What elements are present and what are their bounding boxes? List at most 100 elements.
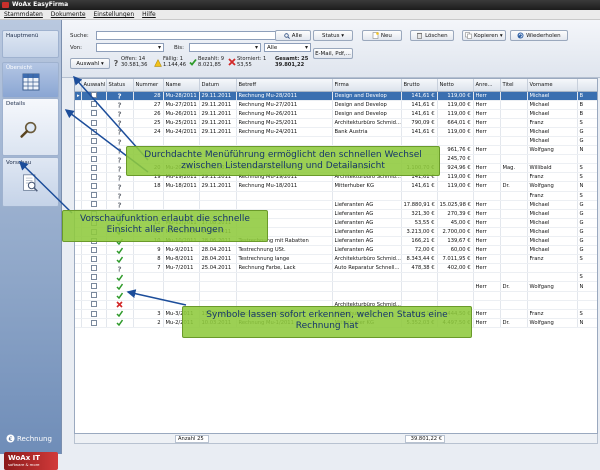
col-header-auswahl[interactable]: Auswahl <box>81 79 107 92</box>
col-header-extra[interactable] <box>577 79 597 92</box>
row-checkbox[interactable] <box>90 283 97 290</box>
row-checkbox[interactable] <box>90 165 97 172</box>
menu-dokumente[interactable]: Dokumente <box>51 11 86 18</box>
table-row[interactable]: ? Michael G <box>75 136 597 147</box>
selection-button[interactable]: Auswahl ▾ <box>70 58 110 69</box>
col-header-brutto[interactable]: Brutto <box>401 79 438 92</box>
from-dropdown-icon[interactable]: ▾ <box>158 44 161 51</box>
row-checkbox[interactable] <box>90 255 97 262</box>
row-checkbox[interactable] <box>90 128 97 135</box>
table-row[interactable]: ? 18 Mu-18/2011 29.11.2011 Rechnung Mu-18/20… <box>75 181 597 192</box>
svg-text:€: € <box>9 436 13 443</box>
row-checkbox[interactable] <box>90 274 97 281</box>
cell-netto: 2.700,00 € <box>437 227 474 238</box>
cell-netto: 245,70 € <box>437 154 474 165</box>
row-checkbox[interactable] <box>90 101 97 108</box>
row-checkbox[interactable] <box>90 110 97 117</box>
period-select[interactable]: Alle <box>264 43 311 52</box>
delete-button[interactable]: Löschen <box>410 30 454 41</box>
cell-brutto: 53,55 € <box>401 218 438 228</box>
col-header-vorname[interactable]: Vorname <box>527 79 578 92</box>
row-checkbox[interactable] <box>90 265 97 272</box>
cancelled-x-icon <box>228 58 236 66</box>
svg-text:?: ? <box>117 129 121 136</box>
row-checkbox[interactable] <box>90 192 97 199</box>
row-checkbox[interactable] <box>90 92 97 99</box>
new-button[interactable]: Neu <box>362 30 402 41</box>
row-select-cell <box>81 245 107 256</box>
cell-nummer <box>133 200 164 210</box>
menu-hilfe[interactable]: Hilfe <box>142 11 156 18</box>
col-header-netto[interactable]: Netto <box>437 79 474 92</box>
row-checkbox[interactable] <box>90 174 97 181</box>
nav-uebersicht[interactable]: Übersicht <box>2 62 59 98</box>
table-row[interactable]: ? Lieferanten AG 17.880,91 €15.025,98 € Her… <box>75 200 597 210</box>
row-checkbox[interactable] <box>90 292 97 299</box>
row-checkbox[interactable] <box>90 183 97 190</box>
table-row[interactable]: 8 Mu-8/2011 28.04.2011 Testrechnung lange Ar… <box>75 254 597 265</box>
row-select-cell <box>81 191 107 201</box>
to-dropdown-icon[interactable]: ▾ <box>255 44 258 51</box>
table-row[interactable]: ? 25 Mu-25/2011 29.11.2011 Rechnung Mu-25/20… <box>75 118 597 128</box>
row-checkbox[interactable] <box>90 301 97 308</box>
row-checkbox[interactable] <box>90 146 97 153</box>
cell-anrede: Herr <box>473 118 501 128</box>
table-row[interactable]: Herr Dr. Wolfgang N <box>75 281 597 292</box>
row-checkbox[interactable] <box>90 119 97 126</box>
col-header-datum[interactable]: Datum <box>199 79 237 92</box>
table-row[interactable]: ? 27 Mu-27/2011 29.11.2011 Rechnung Mu-27/20… <box>75 100 597 110</box>
status-button[interactable]: Status ▾ <box>313 30 353 41</box>
cell-brutto: 478,38 € <box>401 263 438 274</box>
paid-check-icon <box>189 58 197 66</box>
cell-nummer: 27 <box>133 100 164 110</box>
col-header-firma[interactable]: Firma <box>332 79 402 92</box>
table-row[interactable]: ? 7 Mu-7/2011 25.04.2011 Rechnung Farbe, Lac… <box>75 263 597 274</box>
col-header-name[interactable]: Name <box>163 79 200 92</box>
stat-total-value: 39.801,22 <box>275 62 305 68</box>
cell-name: Mu-26/2011 <box>163 109 200 119</box>
col-header-nummer[interactable]: Nummer <box>133 79 164 92</box>
cell-nummer <box>133 300 164 310</box>
row-checkbox[interactable] <box>90 246 97 253</box>
menu-stammdaten[interactable]: Stammdaten <box>4 11 43 18</box>
col-header-titel[interactable]: Titel <box>500 79 528 92</box>
row-checkbox[interactable] <box>90 155 97 162</box>
svg-text:?: ? <box>117 265 121 272</box>
email-pdf-button[interactable]: E-Mail, Pdf,... <box>313 48 353 59</box>
search-all-button[interactable]: Alle <box>275 30 311 41</box>
copy-button-label: Kopieren <box>474 33 499 39</box>
col-header-anrede[interactable]: Anre... <box>473 79 501 92</box>
table-row[interactable]: ? 24 Mu-24/2011 29.11.2011 Rechnung Mu-24/20… <box>75 127 597 137</box>
row-checkbox[interactable] <box>90 201 97 208</box>
row-status-cell: ? <box>106 100 134 110</box>
table-row[interactable]: ? 26 Mu-26/2011 29.11.2011 Rechnung Mu-26/20… <box>75 109 597 119</box>
cell-anrede: Herr <box>473 254 501 265</box>
open-status-icon: ? <box>117 129 121 136</box>
table-row[interactable] <box>75 291 597 301</box>
cell-netto: 119,00 € <box>437 91 474 101</box>
row-checkbox[interactable] <box>90 310 97 317</box>
nav-details[interactable]: Details <box>2 98 59 156</box>
cell-x: G <box>577 127 597 137</box>
table-row[interactable]: ? Franz S <box>75 191 597 201</box>
table-row[interactable]: 9 Mu-9/2011 28.04.2011 Testrechnung USt. Lie… <box>75 245 597 256</box>
cell-firma <box>332 136 402 147</box>
table-row[interactable]: ▸? 28 Mu-28/2011 29.11.2011 Rechnung Mu-28/2… <box>75 91 597 101</box>
copy-button[interactable]: Kopieren ▾ <box>462 30 506 41</box>
col-header-status[interactable]: Status <box>106 79 134 92</box>
cell-vorname <box>527 291 578 301</box>
repeat-button[interactable]: Wiederholen <box>510 30 568 41</box>
nav-hauptmenu[interactable]: Hauptmenü <box>2 30 59 58</box>
period-dropdown-icon[interactable]: ▾ <box>305 44 308 51</box>
menu-einstellungen[interactable]: Einstellungen <box>93 11 134 18</box>
nav-vorschau[interactable]: Vorschau <box>2 157 59 207</box>
col-header-betreff[interactable]: Betreff <box>236 79 333 92</box>
row-checkbox[interactable] <box>90 319 97 326</box>
svg-text:?: ? <box>117 102 121 109</box>
table-row[interactable]: S <box>75 272 597 283</box>
row-checkbox[interactable] <box>90 137 97 144</box>
to-date-field[interactable] <box>189 43 261 52</box>
from-date-field[interactable] <box>96 43 164 52</box>
company-name: WoAx IT <box>8 454 41 462</box>
cell-datum <box>199 136 237 147</box>
